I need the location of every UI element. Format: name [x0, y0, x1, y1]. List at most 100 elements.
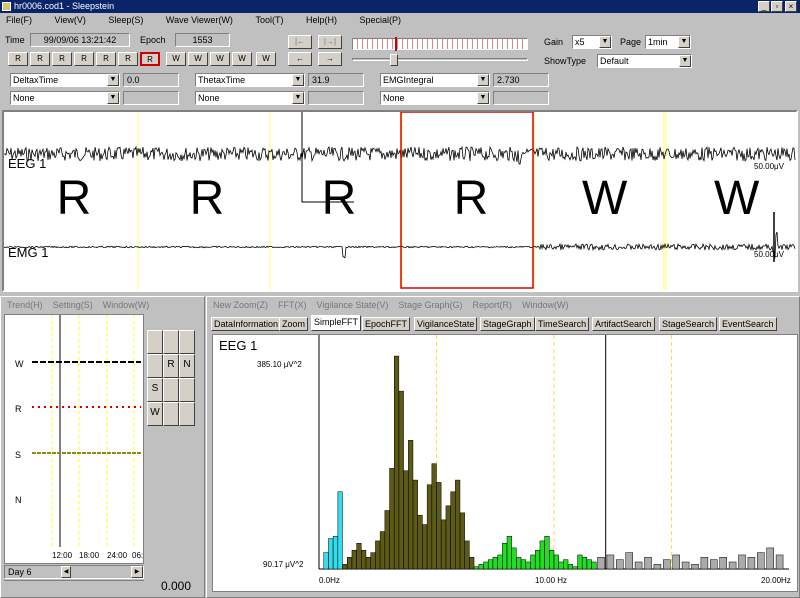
keypad-blank[interactable]	[163, 402, 179, 426]
chevron-down-icon[interactable]: ▼	[107, 74, 119, 86]
waveform-panel[interactable]: EEG 1 50.00μV EMG 1 50.00μV R R R R W W	[2, 110, 798, 292]
scroll-left-button[interactable]: ◀	[61, 566, 71, 578]
channel-sub-select[interactable]: None ▼	[380, 91, 490, 105]
chevron-down-icon[interactable]: ▼	[678, 36, 690, 48]
keypad-blank[interactable]	[147, 330, 163, 354]
channel-sub-select[interactable]: None ▼	[10, 91, 120, 105]
chevron-down-icon[interactable]: ▼	[107, 92, 119, 104]
tab-simple-fft[interactable]: SimpleFFT	[311, 315, 362, 331]
keypad-r[interactable]: R	[163, 354, 179, 378]
tab-time-search[interactable]: TimeSearch	[535, 317, 590, 331]
fft-bar-alpha	[553, 554, 559, 570]
menu-help[interactable]: Help(H)	[306, 15, 337, 25]
stage-button-r[interactable]: R	[96, 52, 116, 66]
nav-next-button[interactable]: →	[318, 52, 342, 66]
epoch-label: Epoch	[140, 35, 166, 45]
fft-bar-alpha	[582, 557, 588, 570]
fft-bar-beta	[691, 564, 699, 570]
fft-bar-beta	[766, 547, 774, 570]
epoch-timeline[interactable]	[352, 38, 528, 50]
day-scrollbar[interactable]: Day 6 ◀ ▶	[4, 565, 144, 579]
keypad-blank[interactable]	[163, 330, 179, 354]
channel-sub-name: None	[383, 93, 405, 103]
chevron-down-icon[interactable]: ▼	[292, 92, 304, 104]
keypad-blank[interactable]	[179, 378, 195, 402]
stage-button-w[interactable]: W	[166, 52, 186, 66]
menu-fft[interactable]: FFT(X)	[278, 300, 307, 310]
keypad-w[interactable]: W	[147, 402, 163, 426]
menu-tool[interactable]: Tool(T)	[255, 15, 283, 25]
analysis-menu: New Zoom(Z) FFT(X) Vigilance State(V) St…	[213, 300, 569, 310]
menu-report[interactable]: Report(R)	[472, 300, 512, 310]
nav-first-button[interactable]: |←	[288, 35, 312, 49]
stage-button-w[interactable]: W	[210, 52, 230, 66]
menu-wave-viewer[interactable]: Wave Viewer(W)	[166, 15, 233, 25]
stage-button-w[interactable]: W	[188, 52, 208, 66]
stage-button-r[interactable]: R	[8, 52, 28, 66]
fft-bar-theta	[459, 512, 465, 570]
page-select[interactable]: 1min ▼	[645, 35, 691, 49]
channel-select[interactable]: ThetaxTime ▼	[195, 73, 305, 87]
fft-chart[interactable]: EEG 1 385.10 μV^2 90.17 μV^2 0.0Hz 10.00…	[212, 334, 798, 592]
menu-trend[interactable]: Trend(H)	[7, 300, 43, 310]
scroll-right-button[interactable]: ▶	[131, 566, 143, 578]
menu-new-zoom[interactable]: New Zoom(Z)	[213, 300, 268, 310]
tab-data-information[interactable]: DataInformation	[211, 317, 282, 331]
keypad-blank[interactable]	[179, 402, 195, 426]
maximize-button[interactable]: ▫	[771, 1, 783, 12]
chevron-down-icon[interactable]: ▼	[292, 74, 304, 86]
keypad-blank[interactable]	[163, 378, 179, 402]
stage-button-r[interactable]: R	[118, 52, 138, 66]
tab-artifact-search[interactable]: ArtifactSearch	[592, 317, 655, 331]
chevron-down-icon[interactable]: ▼	[477, 92, 489, 104]
gain-select[interactable]: x5 ▼	[572, 35, 612, 49]
tab-vigilance-state[interactable]: VigilanceState	[414, 317, 478, 331]
nav-last-button[interactable]: |→|	[318, 35, 342, 49]
menu-window[interactable]: Window(W)	[103, 300, 150, 310]
tab-epoch-fft[interactable]: EpochFFT	[362, 317, 411, 331]
trend-menu: Trend(H) Setting(S) Window(W)	[7, 300, 149, 310]
menu-sleep[interactable]: Sleep(S)	[108, 15, 143, 25]
stage-button-w[interactable]: W	[232, 52, 252, 66]
chevron-down-icon[interactable]: ▼	[679, 55, 691, 67]
keypad-blank[interactable]	[179, 330, 195, 354]
channel-select[interactable]: EMGIntegral ▼	[380, 73, 490, 87]
channel-select[interactable]: DeltaxTime ▼	[10, 73, 120, 87]
divider	[4, 580, 144, 584]
menu-file[interactable]: File(F)	[6, 15, 32, 25]
menu-vigilance-state[interactable]: Vigilance State(V)	[317, 300, 389, 310]
close-button[interactable]: ×	[785, 1, 797, 12]
channel-sub-value	[123, 91, 179, 105]
fft-bar-alpha	[497, 554, 503, 570]
chevron-down-icon[interactable]: ▼	[477, 74, 489, 86]
stage-button-r[interactable]: R	[74, 52, 94, 66]
channel-sub-select[interactable]: None ▼	[195, 91, 305, 105]
nav-prev-button[interactable]: ←	[288, 52, 312, 66]
menu-window[interactable]: Window(W)	[522, 300, 569, 310]
tab-zoom[interactable]: Zoom	[279, 317, 309, 331]
scroll-thumb[interactable]	[390, 54, 398, 66]
showtype-select[interactable]: Default ▼	[597, 54, 692, 68]
menu-setting[interactable]: Setting(S)	[53, 300, 93, 310]
keypad-blank[interactable]	[147, 354, 163, 378]
stage-button-r[interactable]: R	[52, 52, 72, 66]
menu-special[interactable]: Special(P)	[360, 15, 402, 25]
keypad-n[interactable]: N	[179, 354, 195, 378]
hypno-row-r: R	[15, 404, 22, 414]
fft-bar-theta	[431, 463, 437, 570]
stage-button-w[interactable]: W	[256, 52, 276, 66]
menu-view[interactable]: View(V)	[55, 15, 86, 25]
hypnogram-plot	[32, 315, 141, 547]
scroll-track[interactable]	[352, 58, 528, 61]
minimize-button[interactable]: _	[758, 1, 770, 12]
stage-button-r[interactable]: R	[30, 52, 50, 66]
fft-bar-alpha	[483, 561, 489, 570]
keypad-s[interactable]: S	[147, 378, 163, 402]
chevron-down-icon[interactable]: ▼	[599, 36, 611, 48]
tab-stage-graph[interactable]: StageGraph	[480, 317, 535, 331]
hypnogram[interactable]: W R S N 12:00 18:00 24:00 06:	[4, 314, 144, 564]
stage-button-r[interactable]: R	[140, 52, 160, 66]
menu-stage-graph[interactable]: Stage Graph(G)	[398, 300, 462, 310]
tab-stage-search[interactable]: StageSearch	[659, 317, 718, 331]
tab-event-search[interactable]: EventSearch	[719, 317, 777, 331]
